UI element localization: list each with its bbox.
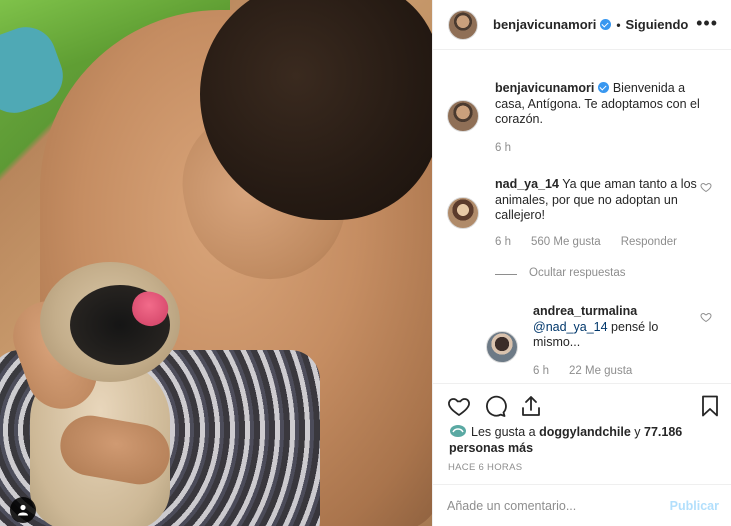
user-tag-icon bbox=[18, 504, 28, 516]
action-bar bbox=[433, 383, 731, 427]
following-button[interactable]: Siguiendo bbox=[626, 17, 689, 32]
post-timestamp[interactable]: HACE 6 HORAS bbox=[448, 462, 522, 473]
caption-avatar[interactable] bbox=[447, 100, 479, 132]
caption-time[interactable]: 6 h bbox=[495, 142, 511, 154]
reply-username[interactable]: andrea_turmalina bbox=[533, 304, 637, 318]
like-heart-icon[interactable] bbox=[447, 394, 471, 418]
likes-summary: Les gusta a doggylandchile y 77.186 pers… bbox=[449, 424, 719, 456]
reply-avatar[interactable] bbox=[486, 331, 518, 363]
likes-prefix: Les gusta a bbox=[471, 425, 536, 439]
comment-input[interactable] bbox=[447, 495, 657, 517]
reply-text-block: andrea_turmalina @nad_ya_14 pensé lo mis… bbox=[533, 304, 698, 351]
reply-like-heart-icon[interactable] bbox=[700, 311, 712, 323]
comment-like-heart-icon[interactable] bbox=[700, 181, 712, 193]
post-header: benjavicunamori • Siguiendo ••• bbox=[433, 0, 731, 50]
share-icon[interactable] bbox=[519, 394, 543, 418]
comment-meta: 6 h 560 Me gusta Responder bbox=[495, 236, 677, 248]
more-options-icon[interactable]: ••• bbox=[696, 14, 718, 32]
post-photo[interactable] bbox=[0, 0, 432, 526]
author-avatar[interactable] bbox=[448, 9, 478, 40]
comment-reply-button[interactable]: Responder bbox=[621, 236, 677, 248]
reply-time[interactable]: 6 h bbox=[533, 365, 549, 377]
comment-username[interactable]: nad_ya_14 bbox=[495, 177, 559, 191]
likes-connector: y bbox=[634, 425, 641, 439]
replies-divider bbox=[495, 274, 517, 275]
comment-avatar[interactable] bbox=[447, 197, 479, 229]
reply-meta: 6 h 22 Me gusta bbox=[533, 365, 632, 377]
reply-likes[interactable]: 22 Me gusta bbox=[569, 365, 632, 377]
author-username[interactable]: benjavicunamori bbox=[493, 17, 596, 32]
comments-list[interactable]: benjavicunamori Bienvenida a casa, Antíg… bbox=[433, 51, 731, 383]
comment-text-block: nad_ya_14 Ya que aman tanto a los animal… bbox=[495, 177, 700, 224]
verified-badge-icon bbox=[598, 82, 610, 93]
caption-meta: 6 h bbox=[495, 142, 511, 154]
caption-username[interactable]: benjavicunamori bbox=[495, 81, 594, 95]
reply-mention[interactable]: @nad_ya_14 bbox=[533, 320, 608, 334]
comment-bubble-icon[interactable] bbox=[483, 394, 507, 418]
user-tag-button[interactable] bbox=[10, 497, 36, 523]
comment-time[interactable]: 6 h bbox=[495, 236, 511, 248]
header-separator: • bbox=[616, 17, 621, 32]
post-side-panel: benjavicunamori • Siguiendo ••• benjavic… bbox=[432, 0, 731, 526]
comment-likes[interactable]: 560 Me gusta bbox=[531, 236, 601, 248]
caption-text-block: benjavicunamori Bienvenida a casa, Antíg… bbox=[495, 81, 700, 128]
verified-badge-icon bbox=[600, 19, 612, 30]
publish-button[interactable]: Publicar bbox=[670, 499, 719, 513]
save-bookmark-icon[interactable] bbox=[698, 394, 722, 418]
comment-composer: Publicar bbox=[433, 484, 731, 526]
liker-avatar-icon[interactable] bbox=[449, 424, 467, 438]
hide-replies-button[interactable]: Ocultar respuestas bbox=[529, 267, 626, 279]
likes-user[interactable]: doggylandchile bbox=[539, 425, 631, 439]
